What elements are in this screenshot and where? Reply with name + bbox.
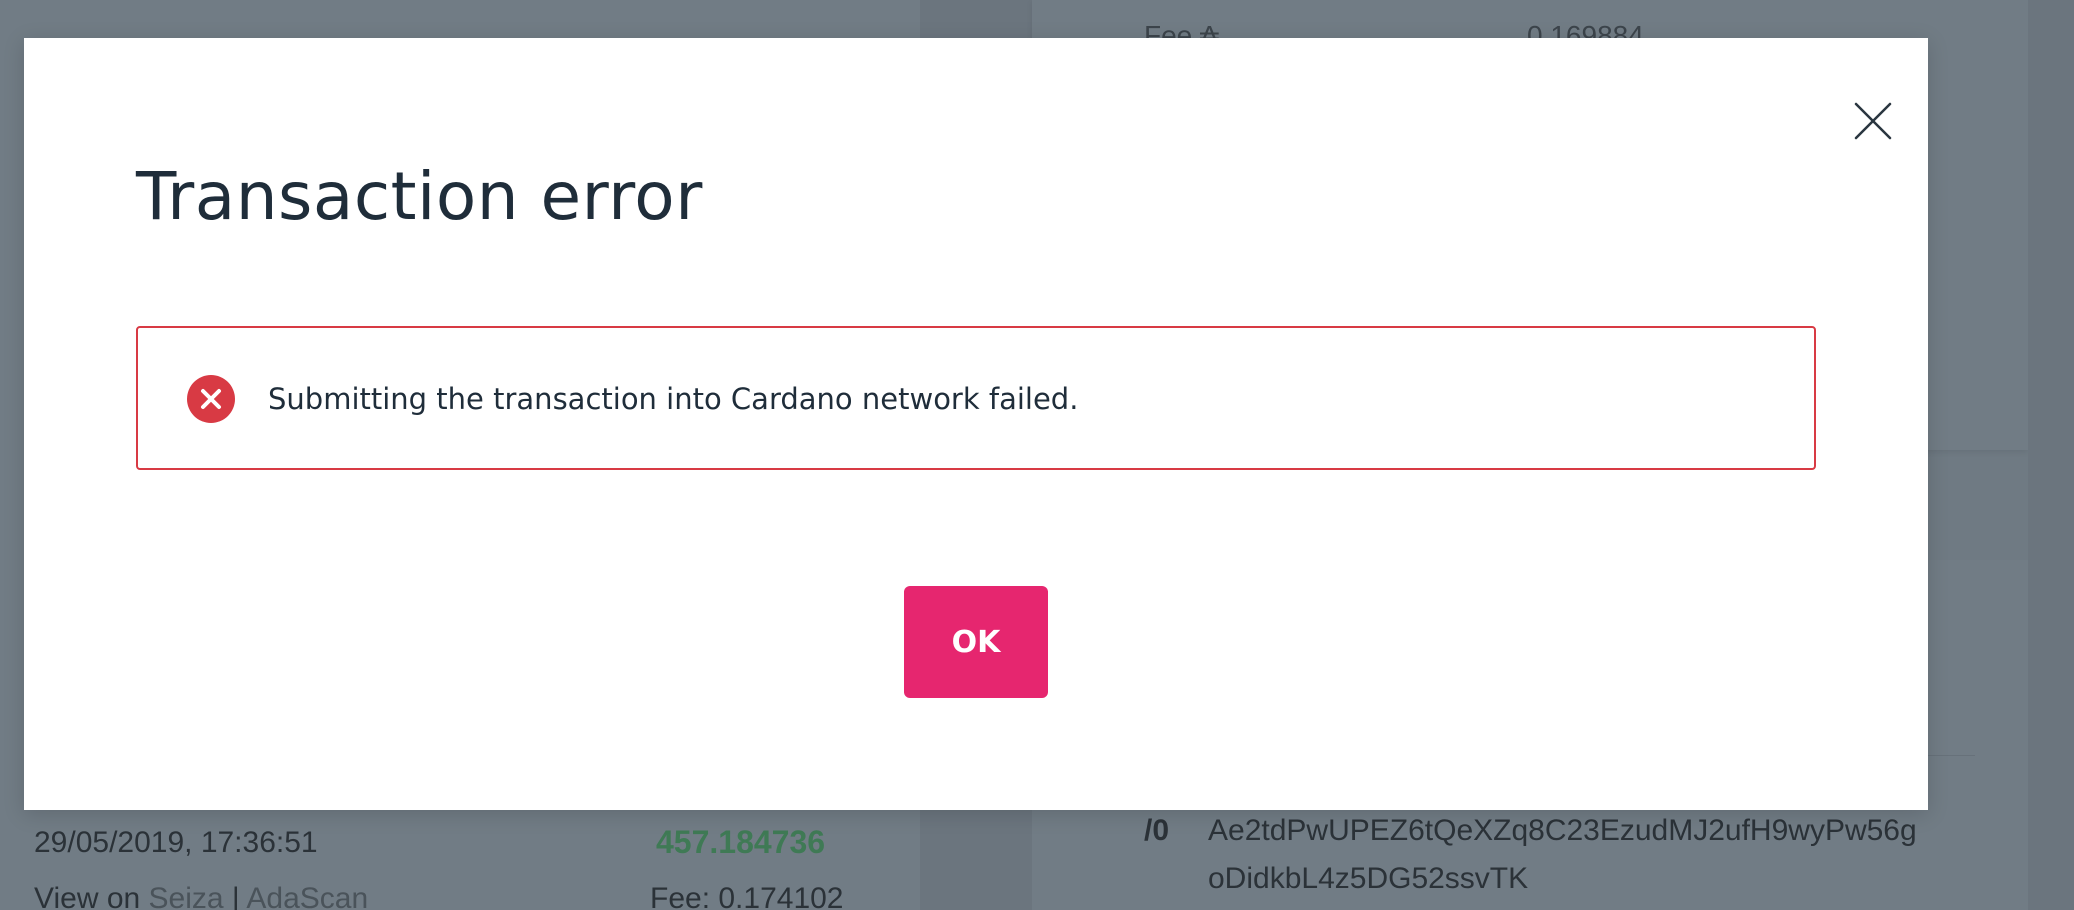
output-address-line-1: Ae2tdPwUPEZ6tQeXZq8C23EzudMJ2ufH9wyPw56g	[1208, 814, 1917, 847]
error-circle-x-icon	[187, 375, 235, 423]
view-on-label: View on	[34, 882, 141, 910]
transaction-error-dialog: Transaction error Submitting the transac…	[24, 38, 1928, 810]
adascan-link[interactable]: AdaScan	[246, 882, 368, 910]
background-right-strip	[2028, 0, 2074, 910]
error-message-box: Submitting the transaction into Cardano …	[136, 326, 1816, 470]
ok-button[interactable]: OK	[904, 586, 1048, 698]
seiza-link[interactable]: Seiza	[149, 882, 224, 910]
link-separator: |	[231, 882, 240, 910]
transaction-amount: 457.184736	[656, 824, 826, 860]
close-button[interactable]	[1850, 98, 1896, 144]
error-message-text: Submitting the transaction into Cardano …	[268, 382, 1079, 416]
close-icon	[1854, 102, 1892, 140]
transaction-date: 29/05/2019, 17:36:51	[34, 826, 318, 859]
dialog-title: Transaction error	[136, 158, 703, 235]
output-index: /0	[1144, 814, 1170, 847]
output-address-line-2: oDidkbL4z5DG52ssvTK	[1208, 862, 1529, 895]
transaction-fee: Fee: 0.174102	[650, 882, 844, 910]
view-on-links: View on Seiza | AdaScan	[34, 882, 368, 910]
